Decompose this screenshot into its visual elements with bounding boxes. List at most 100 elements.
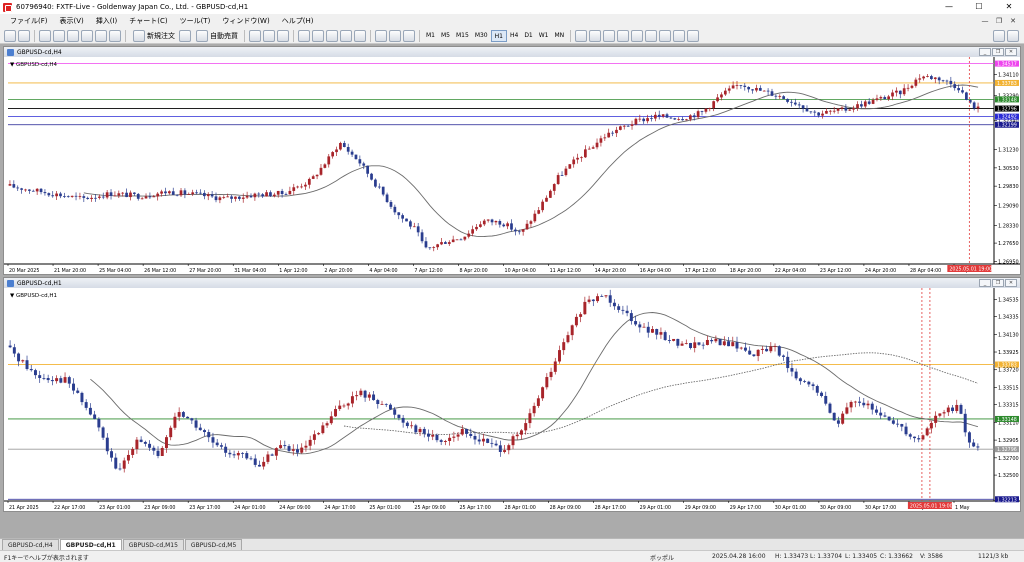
market-watch-icon[interactable] xyxy=(39,29,51,42)
candle-body xyxy=(591,299,595,302)
minimize-button[interactable]: — xyxy=(934,0,964,14)
candle-body xyxy=(930,76,933,80)
auto-trade-button[interactable]: 自動売買 xyxy=(192,29,241,42)
expert-icon[interactable] xyxy=(179,29,191,42)
timeframe-m5[interactable]: M5 xyxy=(438,30,453,42)
tab-gbpusd-h4[interactable]: GBPUSD-cd,H4 xyxy=(2,539,59,550)
status-open: H: 1.33473 xyxy=(775,553,809,560)
candle-body xyxy=(929,422,933,429)
timeframe-h1[interactable]: H1 xyxy=(490,29,507,42)
periods-icon[interactable] xyxy=(389,29,401,42)
candle-body xyxy=(967,432,971,443)
tab-gbpusd-m5[interactable]: GBPUSD-cd,M5 xyxy=(184,539,243,550)
candlestick-icon[interactable] xyxy=(263,29,275,42)
fibonacci-icon[interactable] xyxy=(659,29,672,42)
candle-body xyxy=(160,447,164,456)
chart-window-title-bar[interactable]: GBPUSD-cd,H4 _ ❐ ✕ xyxy=(4,47,1020,57)
candle-body xyxy=(135,439,139,450)
timeframe-d1[interactable]: D1 xyxy=(521,30,535,42)
menu-window[interactable]: ウィンドウ(W) xyxy=(216,14,275,28)
indicators-icon[interactable] xyxy=(375,29,387,42)
candle-body xyxy=(82,196,86,198)
arrows-icon[interactable] xyxy=(687,29,700,42)
mdi-close-button[interactable]: ✕ xyxy=(1006,14,1020,28)
maximize-button[interactable]: ☐ xyxy=(964,0,994,14)
candle-body xyxy=(860,104,863,107)
search-icon[interactable] xyxy=(993,30,1005,42)
candle-body xyxy=(965,92,968,100)
text-icon[interactable] xyxy=(673,29,686,42)
cursor-time-label: 2025.05.01 19:00 xyxy=(949,267,992,273)
timeframe-h4[interactable]: H4 xyxy=(507,30,521,42)
candle-body xyxy=(148,443,152,448)
candle-body xyxy=(677,119,681,120)
candle-body xyxy=(587,299,591,302)
timeframe-m15[interactable]: M15 xyxy=(453,30,472,42)
mdi-minimize-button[interactable]: — xyxy=(978,14,992,28)
tile-windows-icon[interactable] xyxy=(326,29,338,42)
menu-view[interactable]: 表示(V) xyxy=(54,14,90,28)
candle-body xyxy=(918,78,922,80)
channel-icon[interactable] xyxy=(645,29,658,42)
chart-window-h1[interactable]: GBPUSD-cd,H1 _ ❐ ✕ 1.34535 1.34335 1.34130… xyxy=(3,277,1021,512)
chart-window-title-bar[interactable]: GBPUSD-cd,H1 _ ❐ ✕ xyxy=(4,278,1020,288)
editor-icon[interactable] xyxy=(109,29,121,42)
zoom-in-icon[interactable] xyxy=(298,29,310,42)
chart-close-button[interactable]: ✕ xyxy=(1005,48,1017,56)
vertical-line-icon[interactable] xyxy=(603,29,616,42)
chart-close-button[interactable]: ✕ xyxy=(1005,279,1017,287)
menu-file[interactable]: ファイル(F) xyxy=(4,14,54,28)
price-tick-label: 1.26950 xyxy=(998,259,1019,265)
candle-body xyxy=(272,194,276,197)
close-button[interactable]: ✕ xyxy=(994,0,1024,14)
crosshair-icon[interactable] xyxy=(589,29,602,42)
profiles-icon[interactable] xyxy=(18,29,30,42)
templates-icon[interactable] xyxy=(403,29,415,42)
candle-body xyxy=(183,190,187,195)
tester-icon[interactable] xyxy=(95,29,107,42)
chart-shift-icon[interactable] xyxy=(354,29,366,42)
zoom-out-icon[interactable] xyxy=(312,29,324,42)
auto-scroll-icon[interactable] xyxy=(340,29,352,42)
candle-body xyxy=(716,97,719,102)
bar-chart-icon[interactable] xyxy=(249,29,261,42)
mdi-restore-button[interactable]: ❐ xyxy=(992,14,1006,28)
h1-candlestick-chart[interactable]: 1.34535 1.34335 1.34130 1.33925 1.33720 1.335… xyxy=(4,288,1020,511)
tab-gbpusd-h1[interactable]: GBPUSD-cd,H1 xyxy=(59,539,122,550)
candle-body xyxy=(435,434,439,441)
candle-body xyxy=(511,436,515,446)
chart-minimize-button[interactable]: _ xyxy=(979,48,991,56)
menu-help[interactable]: ヘルプ(H) xyxy=(276,14,320,28)
h4-candlestick-chart[interactable]: 1.341101.332901.323401.312301.305301.298… xyxy=(4,57,1020,274)
menu-insert[interactable]: 挿入(I) xyxy=(90,14,124,28)
candle-body xyxy=(856,104,859,109)
new-chart-icon[interactable] xyxy=(4,29,16,42)
tab-gbpusd-m15[interactable]: GBPUSD-cd,M15 xyxy=(122,539,184,550)
line-chart-icon[interactable] xyxy=(277,29,289,42)
chart-restore-button[interactable]: ❐ xyxy=(992,48,1004,56)
chart-window-h4[interactable]: GBPUSD-cd,H4 _ ❐ ✕ 1.341101.332901.32340… xyxy=(3,46,1021,275)
new-order-button[interactable]: 新規注文 xyxy=(129,29,178,42)
horizontal-line-icon[interactable] xyxy=(617,29,630,42)
terminal-icon[interactable] xyxy=(81,29,93,42)
community-icon[interactable] xyxy=(1007,30,1019,42)
data-window-icon[interactable] xyxy=(53,29,65,42)
candle-body xyxy=(241,452,245,454)
cursor-icon[interactable] xyxy=(575,29,588,42)
candle-body xyxy=(486,438,490,443)
menu-tools[interactable]: ツール(T) xyxy=(174,14,217,28)
timeframe-w1[interactable]: W1 xyxy=(536,30,552,42)
candle-body xyxy=(646,118,649,122)
chart-minimize-button[interactable]: _ xyxy=(979,279,991,287)
trendline-icon[interactable] xyxy=(631,29,644,42)
candle-body xyxy=(317,433,321,435)
timeframe-m1[interactable]: M1 xyxy=(423,30,438,42)
timeframe-mn[interactable]: MN xyxy=(552,30,568,42)
chart-restore-button[interactable]: ❐ xyxy=(992,279,1004,287)
navigator-icon[interactable] xyxy=(67,29,79,42)
timeframe-m30[interactable]: M30 xyxy=(472,30,491,42)
menu-chart[interactable]: チャート(C) xyxy=(123,14,173,28)
candle-body xyxy=(118,468,122,470)
candle-body xyxy=(794,371,798,379)
candle-body xyxy=(325,423,329,426)
